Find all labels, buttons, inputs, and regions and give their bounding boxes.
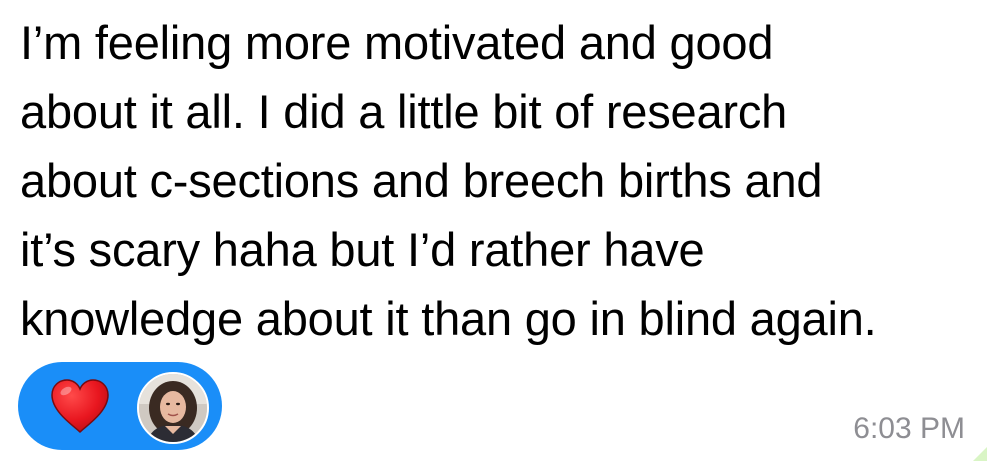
avatar[interactable] bbox=[137, 372, 209, 444]
message-line: I’m feeling more motivated and good bbox=[20, 16, 774, 69]
message-line: about it all. I did a little bit of rese… bbox=[20, 85, 788, 138]
message-line: it’s scary haha but I’d rather have bbox=[20, 223, 705, 276]
message-text: I’m feeling more motivated and good abou… bbox=[20, 8, 970, 353]
message-timestamp: 6:03 PM bbox=[853, 412, 965, 445]
message-line: knowledge about it than go in blind agai… bbox=[20, 292, 877, 345]
message-line: about c-sections and breech births and bbox=[20, 154, 823, 207]
reaction-pill[interactable] bbox=[18, 362, 222, 450]
message-bubble[interactable]: I’m feeling more motivated and good abou… bbox=[0, 0, 987, 461]
bubble-tail bbox=[973, 447, 987, 461]
avatar-photo bbox=[139, 374, 207, 442]
heart-icon bbox=[51, 379, 109, 434]
